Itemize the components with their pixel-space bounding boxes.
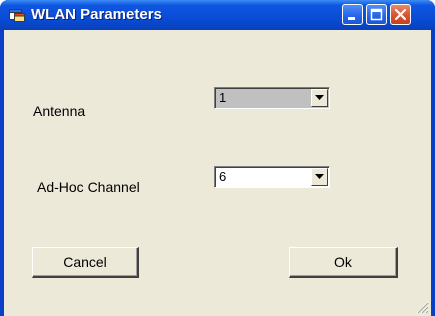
- antenna-value: 1: [219, 90, 227, 105]
- minimize-icon: [348, 17, 355, 20]
- dialog-client-area: Antenna 1 Ad-Hoc Channel 6 Cancel Ok: [4, 30, 431, 316]
- chevron-down-icon: [315, 95, 324, 100]
- maximize-button[interactable]: [366, 4, 387, 25]
- maximize-icon: [370, 8, 383, 21]
- wlan-parameters-window: WLAN Parameters Antenna 1 Ad-Hoc Channel…: [0, 0, 435, 316]
- antenna-dropdown-arrow[interactable]: [311, 89, 328, 107]
- application-window-icon[interactable]: [9, 7, 25, 23]
- minimize-button[interactable]: [342, 4, 363, 25]
- adhoc-channel-label: Ad-Hoc Channel: [37, 179, 140, 195]
- antenna-label: Antenna: [33, 103, 86, 119]
- resize-grip-icon[interactable]: [415, 300, 429, 314]
- window-title: WLAN Parameters: [31, 6, 162, 23]
- adhoc-channel-dropdown-arrow[interactable]: [311, 168, 328, 186]
- adhoc-channel-dropdown[interactable]: 6: [214, 166, 330, 188]
- cancel-button[interactable]: Cancel: [32, 247, 139, 278]
- close-button[interactable]: [390, 4, 411, 25]
- chevron-down-icon: [315, 174, 324, 179]
- title-bar[interactable]: WLAN Parameters: [0, 0, 435, 30]
- adhoc-channel-value: 6: [219, 169, 227, 184]
- window-frame-right: [431, 30, 435, 316]
- ok-button[interactable]: Ok: [289, 247, 398, 278]
- close-icon: [394, 8, 407, 21]
- antenna-dropdown[interactable]: 1: [214, 87, 330, 109]
